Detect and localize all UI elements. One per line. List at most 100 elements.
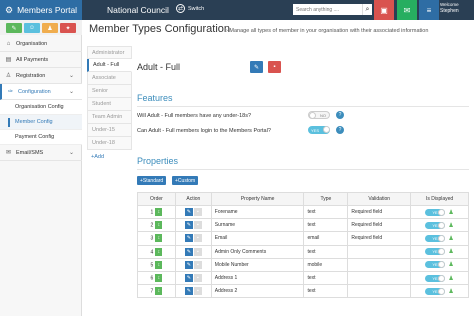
column-header: Property Name (210, 192, 305, 206)
person-icon[interactable]: ♟ (448, 222, 453, 229)
edit-icon[interactable]: ✎ (184, 234, 193, 243)
drag-handle-icon[interactable]: ↕ (155, 247, 163, 256)
user-welcome[interactable]: Welcome Stephen (440, 2, 459, 14)
drag-handle-icon[interactable]: ↕ (155, 287, 163, 296)
sidebar-subitem-member-config[interactable]: Member Config (0, 115, 82, 130)
sidebar-item-email-sms[interactable]: ✉ Email/SMS ⌄ (0, 145, 82, 161)
displayed-toggle[interactable]: YES (425, 261, 446, 269)
column-header: Order (137, 192, 176, 206)
delete-icon[interactable]: ▪ (193, 287, 202, 296)
validation-cell (347, 270, 412, 286)
search-icon[interactable]: ⌕ (362, 4, 372, 15)
person-icon[interactable]: ♟ (448, 275, 453, 282)
delete-icon[interactable]: ▪ (193, 274, 202, 283)
edit-icon[interactable]: ✎ (184, 287, 193, 296)
tab-under-18[interactable]: Under-18 (87, 137, 132, 150)
edit-icon[interactable]: ✎ (184, 221, 193, 230)
person-icon[interactable]: ♟ (448, 248, 453, 255)
edit-type-button[interactable]: ✎ (250, 61, 263, 73)
person-icon[interactable]: ♟ (448, 261, 453, 268)
drag-handle-icon[interactable]: ↕ (155, 274, 163, 283)
search-input[interactable] (293, 4, 362, 15)
tab-administrator[interactable]: Administrator (87, 46, 132, 59)
displayed-toggle[interactable]: YES (425, 274, 446, 282)
person-icon[interactable]: ♟ (448, 235, 453, 242)
tab-under-15[interactable]: Under-15 (87, 124, 132, 137)
chat-icon[interactable]: ✉ (397, 0, 417, 20)
edit-icon[interactable]: ✎ (184, 208, 193, 217)
delete-type-button[interactable]: ▪ (268, 61, 281, 73)
login-toggle[interactable]: YES (308, 126, 330, 134)
add-standard-button[interactable]: + Standard (137, 176, 167, 185)
order-value: 2 (150, 222, 154, 229)
action-cell: ✎ ▪ (174, 218, 212, 233)
tab-team-admin[interactable]: Team Admin (87, 111, 132, 124)
cogs-icon[interactable]: ✦ (60, 23, 76, 33)
person-icon[interactable]: ♟ (448, 288, 453, 295)
person-icon[interactable]: ♟ (448, 209, 453, 216)
person-icon[interactable]: ♟ (42, 23, 58, 33)
app-logo[interactable]: ⚙ Members Portal (0, 0, 82, 20)
delete-icon[interactable]: ▪ (193, 221, 202, 230)
trash-icon: ▪ (273, 64, 276, 70)
divider (137, 106, 469, 107)
order-cell: 7 ↕ (137, 284, 176, 299)
delete-icon[interactable]: ▪ (193, 247, 202, 256)
tab-associate[interactable]: Associate (87, 72, 132, 85)
order-value: 5 (150, 262, 154, 269)
action-cell: ✎ ▪ (174, 284, 212, 299)
drag-handle-icon[interactable]: ↕ (155, 234, 163, 243)
sidebar-item-label: Email/SMS (16, 149, 44, 156)
page-subtitle: › Manage all types of member in your org… (226, 28, 429, 34)
tab-adult-full[interactable]: Adult - Full (87, 59, 132, 72)
property-name-cell: Email (210, 231, 305, 246)
edit-icon[interactable]: ✎ (184, 247, 193, 256)
displayed-toggle[interactable]: YES (425, 234, 446, 242)
delete-icon[interactable]: ▪ (193, 260, 202, 269)
action-cell: ✎ ▪ (174, 244, 212, 259)
sidebar-item-configuration[interactable]: ✑ Configuration ⌄ (0, 84, 82, 100)
switch-button[interactable]: ⇄ Switch (176, 4, 204, 13)
displayed-toggle[interactable]: YES (425, 287, 446, 295)
drag-handle-icon[interactable]: ↕ (155, 221, 163, 230)
pencil-icon[interactable]: ✎ (6, 23, 22, 33)
displayed-toggle[interactable]: YES (425, 248, 446, 256)
add-custom-button[interactable]: + Custom (172, 176, 199, 185)
delete-icon[interactable]: ▪ (193, 208, 202, 217)
displayed-toggle[interactable]: YES (425, 208, 446, 216)
wrench-icon: ✑ (7, 89, 14, 95)
displayed-cell: YES ♟ (410, 284, 469, 299)
notification-icon[interactable]: ▣ (374, 0, 394, 20)
add-label: Add (94, 153, 105, 160)
button-label: Custom (177, 177, 196, 184)
menu-icon[interactable]: ≡ (419, 0, 439, 20)
help-icon[interactable]: ? (336, 126, 344, 134)
edit-icon[interactable]: ✎ (184, 260, 193, 269)
sidebar-subitem-organisation-config[interactable]: Organisation Config (0, 100, 82, 115)
drag-handle-icon[interactable]: ↕ (155, 208, 163, 217)
type-cell: email (303, 231, 349, 246)
tab-senior[interactable]: Senior (87, 85, 132, 98)
validation-cell: Required field (347, 204, 412, 220)
action-cell: ✎ ▪ (174, 270, 212, 286)
edit-icon[interactable]: ✎ (184, 274, 193, 283)
button-label: Standard (142, 177, 164, 184)
help-icon[interactable]: ? (336, 111, 344, 119)
top-bar: ⚙ Members Portal National Council ⇄ Swit… (0, 0, 474, 20)
sidebar-item-registration[interactable]: ♙ Registration ⌄ (0, 68, 82, 84)
sidebar-item-all-payments[interactable]: ▤ All Payments (0, 52, 82, 68)
sidebar-subitem-label: Organisation Config (15, 104, 64, 110)
sidebar-item-organisation[interactable]: ⌂ Organisation (0, 36, 82, 52)
type-cell: text (303, 270, 349, 286)
under18-toggle[interactable]: NO (308, 111, 330, 119)
tab-student[interactable]: Student (87, 98, 132, 111)
list-icon: ▤ (5, 57, 12, 63)
table-header-row: Order Action Property Name Type Validati… (137, 192, 469, 206)
displayed-toggle[interactable]: YES (425, 221, 446, 229)
drag-handle-icon[interactable]: ↕ (155, 260, 163, 269)
delete-icon[interactable]: ▪ (193, 234, 202, 243)
users-icon[interactable]: ☺ (24, 23, 40, 33)
sidebar-subitem-payment-config[interactable]: Payment Config (0, 130, 82, 145)
sidebar-subitem-label: Member Config (15, 119, 53, 125)
add-member-type-button[interactable]: + Add (87, 150, 132, 163)
